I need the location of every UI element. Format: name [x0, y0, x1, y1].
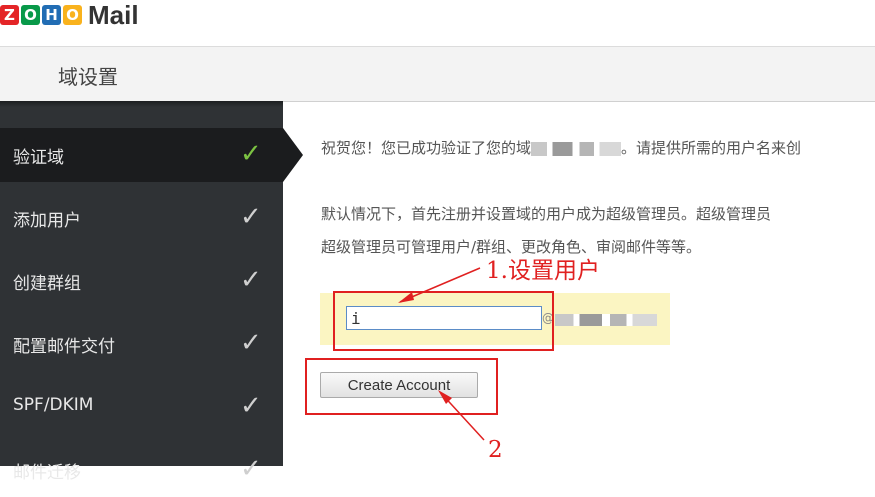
annotation-arrows: [398, 267, 485, 441]
annotation-arrowhead-1: [398, 292, 414, 303]
